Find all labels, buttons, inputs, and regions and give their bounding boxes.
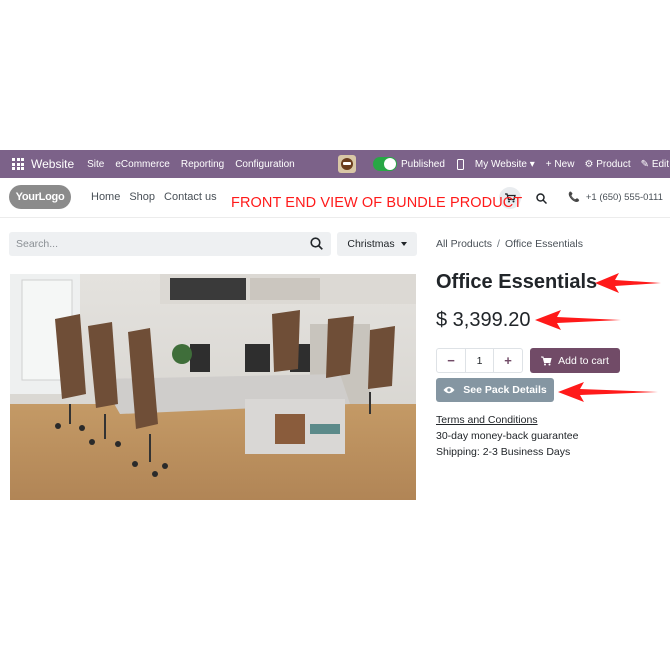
search-input[interactable] [9,232,299,256]
mobile-preview-icon[interactable] [456,158,464,170]
main-nav: Home Shop Contact us [91,191,217,203]
publish-toggle[interactable] [373,157,397,171]
product-label: Product [596,158,631,170]
add-to-cart-label: Add to cart [558,354,609,367]
breadcrumb-all-products[interactable]: All Products [436,238,492,250]
plus-icon: + [545,158,552,170]
product-settings-button[interactable]: ⚙ Product [584,159,630,170]
breadcrumb-current: Office Essentials [504,238,583,250]
my-website-label: My Website [474,158,527,170]
menu-item-configuration[interactable]: Configuration [235,159,294,170]
add-to-cart-button[interactable]: Add to cart [530,348,620,373]
avatar-face-icon [341,158,353,170]
office-desk-chairs-photo-icon [10,274,416,500]
menu-item-reporting[interactable]: Reporting [181,159,224,170]
category-filter-label: Christmas [347,238,395,250]
eye-icon [443,386,455,394]
see-pack-details-label: See Pack Details [463,384,547,396]
annotation-arrow-price-icon [535,310,621,330]
increase-quantity-button[interactable]: + [493,349,522,372]
edit-label: Edit [651,158,670,170]
new-button[interactable]: + New [546,159,575,170]
annotation-text: FRONT END VIEW OF BUNDLE PRODUCT [231,195,523,211]
search-box [9,232,331,256]
breadcrumb: All Products / Office Essentials [436,238,583,250]
nav-home[interactable]: Home [91,191,120,203]
nav-shop[interactable]: Shop [129,191,155,203]
terms-and-conditions-link[interactable]: Terms and Conditions [436,414,538,426]
header-search-button[interactable] [530,187,552,209]
product-image[interactable] [10,274,416,500]
published-label[interactable]: Published [401,159,445,170]
edit-button[interactable]: ✎ Edit [641,159,669,170]
breadcrumb-separator: / [497,238,500,250]
chevron-down-icon: ▾ [529,158,535,170]
decrease-quantity-button[interactable]: − [437,349,466,372]
category-filter-dropdown[interactable]: Christmas [337,232,417,256]
product-price: $ 3,399.20 [436,309,531,331]
site-logo[interactable]: YourLogo [9,185,71,209]
annotation-arrow-title-icon [595,273,661,293]
cart-icon [541,356,552,365]
admin-menu: Site eCommerce Reporting Configuration [87,159,295,170]
gear-icon: ⚙ [584,158,594,170]
new-label: New [554,158,575,170]
see-pack-details-button[interactable]: See Pack Details [436,378,554,402]
quantity-stepper: − 1 + [436,348,523,373]
shipping-text: Shipping: 2-3 Business Days [436,446,571,458]
search-icon[interactable] [310,237,323,250]
menu-item-ecommerce[interactable]: eCommerce [115,159,169,170]
pencil-icon: ✎ [640,158,650,170]
quantity-value[interactable]: 1 [466,349,493,372]
user-avatar[interactable] [338,155,356,173]
my-website-dropdown[interactable]: My Website ▾ [475,159,535,170]
phone-contact[interactable]: 📞 +1 (650) 555-0111 [568,192,663,203]
annotation-arrow-pack-icon [558,382,658,402]
plus-icon: + [504,353,512,368]
phone-number: +1 (650) 555-0111 [585,192,663,203]
menu-item-site[interactable]: Site [87,159,104,170]
product-title: Office Essentials [436,271,598,293]
minus-icon: − [447,353,455,368]
guarantee-text: 30-day money-back guarantee [436,430,579,442]
search-icon [535,192,547,204]
caret-down-icon [400,242,407,246]
admin-top-bar: Website Site eCommerce Reporting Configu… [0,150,670,178]
app-name[interactable]: Website [31,157,74,171]
admin-right-tools: Published My Website ▾ + New ⚙ Product ✎… [338,150,669,178]
apps-grid-icon[interactable] [12,158,24,170]
phone-icon: 📞 [568,192,580,203]
nav-contact-us[interactable]: Contact us [164,191,217,203]
